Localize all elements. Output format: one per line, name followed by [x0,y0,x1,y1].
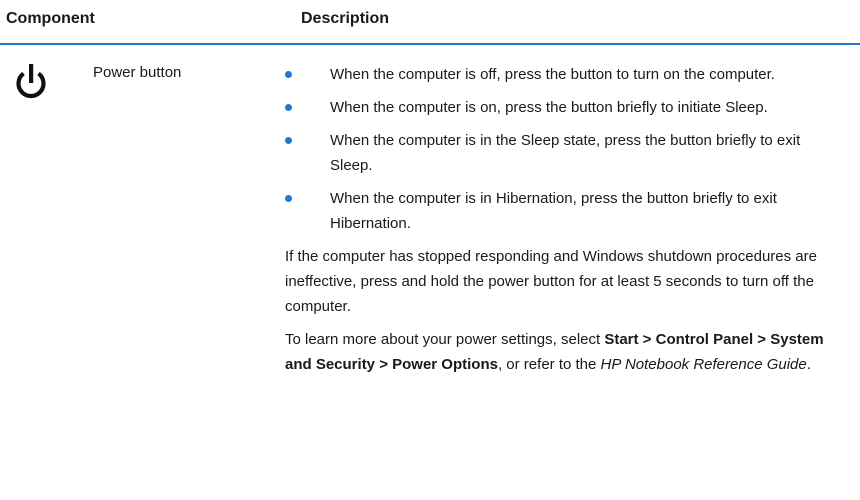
power-settings-paragraph: To learn more about your power settings,… [285,327,840,377]
bullet-dot-icon [285,71,292,78]
component-name: Power button [93,64,182,81]
paragraph-middle: , or refer to the [497,356,601,373]
paragraph-prefix: To learn more about your power settings,… [285,331,605,348]
bullet-text: When the computer is in Hibernation, pre… [330,190,777,232]
bullet-text: When the computer is in the Sleep state,… [330,132,801,174]
bullet-dot-icon [285,104,292,111]
header-component: Component [6,10,95,27]
bullet-text: When the computer is on, press the butto… [330,99,768,116]
bullet-item: When the computer is in the Sleep state,… [285,128,840,178]
header-divider [0,43,860,45]
header-description: Description [301,10,390,27]
description-cell: When the computer is off, press the butt… [285,62,840,385]
document-page: Component Description Power button When … [0,0,860,500]
paragraph-suffix: . [806,356,811,373]
bullet-item: When the computer is off, press the butt… [285,62,840,87]
bullet-item: When the computer is in Hibernation, pre… [285,186,840,236]
bullet-item: When the computer is on, press the butto… [285,95,840,120]
shutdown-paragraph: If the computer has stopped responding a… [285,248,817,315]
bullet-dot-icon [285,137,292,144]
power-icon [13,62,49,102]
bullet-text: When the computer is off, press the butt… [330,66,775,83]
bullet-dot-icon [285,195,292,202]
reference-guide-title: HP Notebook Reference Guide [600,356,807,373]
table-header: Component Description [0,0,860,44]
description-bullets: When the computer is off, press the butt… [285,62,840,236]
